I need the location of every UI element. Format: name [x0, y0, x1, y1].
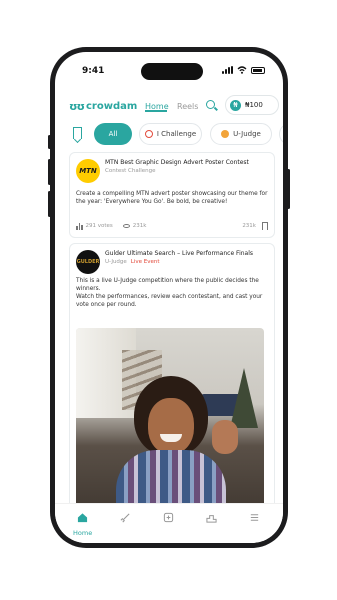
filter-bar: All I Challenge U-Judge: [69, 123, 283, 145]
logo-text: crowdam: [86, 100, 138, 112]
phone-frame: 9:41 ʊʊ crowdam Home Reels ₦ ₦100 All I …: [48, 47, 290, 548]
live-event-badge: Live Event: [130, 259, 160, 265]
filter-chip-more[interactable]: [279, 123, 283, 145]
card-category: U-Judge Live Event: [105, 259, 253, 265]
wallet-balance-button[interactable]: ₦ ₦100: [225, 95, 279, 115]
filter-chip-all[interactable]: All: [94, 123, 132, 145]
bottom-tab-bar: Home: [55, 503, 283, 543]
filter-chip-label: I Challenge: [156, 130, 197, 138]
card-description: Create a compelling MTN advert poster sh…: [76, 191, 268, 205]
tab-reels[interactable]: Reels: [177, 102, 198, 111]
dynamic-island: [141, 63, 203, 80]
app-screen: 9:41 ʊʊ crowdam Home Reels ₦ ₦100 All I …: [55, 52, 283, 543]
rocket-icon[interactable]: [115, 512, 135, 526]
bar-chart-icon: [76, 222, 83, 230]
battery-icon: [251, 66, 265, 74]
volume-up-button: [48, 159, 51, 185]
performance-video-thumbnail[interactable]: [76, 328, 264, 518]
bookmark-icon[interactable]: [73, 127, 82, 139]
menu-icon[interactable]: [244, 512, 264, 526]
mute-switch: [48, 135, 51, 149]
avatar[interactable]: GULDER: [76, 250, 100, 274]
wallet-amount: ₦100: [245, 101, 263, 109]
wifi-icon: [237, 66, 247, 74]
card-stats: 291 votes 231k 231k: [76, 221, 268, 231]
card-title[interactable]: MTN Best Graphic Design Advert Poster Co…: [105, 159, 249, 167]
tab-label-home[interactable]: Home: [73, 529, 92, 537]
filter-chip-u-judge[interactable]: U-Judge: [210, 123, 272, 145]
status-time: 9:41: [82, 66, 105, 76]
app-header: ʊʊ crowdam Home Reels ₦ ₦100: [69, 95, 279, 116]
plus-square-icon[interactable]: [158, 512, 178, 526]
search-icon[interactable]: [206, 100, 215, 109]
avatar[interactable]: MTN: [76, 159, 100, 183]
power-button: [287, 169, 290, 209]
feed-card[interactable]: GULDER Gulder Ultimate Search – Live Per…: [69, 243, 275, 523]
naira-coin-icon: ₦: [230, 99, 241, 111]
feed-card[interactable]: MTN MTN Best Graphic Design Advert Poste…: [69, 152, 275, 238]
signal-icon: [222, 66, 233, 74]
volume-down-button: [48, 191, 51, 217]
card-header: MTN MTN Best Graphic Design Advert Poste…: [76, 159, 249, 183]
save-bookmark-icon[interactable]: [262, 222, 268, 230]
tab-home-underline: [145, 110, 167, 112]
u-judge-icon: [221, 130, 230, 138]
card-header: GULDER Gulder Ultimate Search – Live Per…: [76, 250, 253, 274]
logo-mark-icon: ʊʊ: [69, 99, 85, 113]
filter-chip-i-challenge[interactable]: I Challenge: [139, 123, 202, 145]
podium-icon[interactable]: [201, 512, 221, 526]
card-title[interactable]: Gulder Ultimate Search – Live Performanc…: [105, 250, 253, 258]
filter-chip-label: All: [108, 130, 118, 138]
card-description: This is a live U-Judge competition where…: [76, 277, 268, 309]
engagement-count: 231k: [242, 223, 256, 229]
description-line: This is a live U-Judge competition where…: [76, 278, 259, 292]
filter-chip-label: U-Judge: [233, 130, 261, 138]
view-count: 231k: [132, 223, 147, 229]
status-icons: [222, 66, 265, 74]
description-line: Watch the performances, review each cont…: [76, 294, 263, 308]
crowdam-logo[interactable]: ʊʊ crowdam: [69, 100, 137, 113]
vote-count: 291 votes: [85, 223, 113, 229]
home-icon[interactable]: [72, 512, 92, 526]
i-challenge-icon: [144, 130, 153, 138]
eye-icon: [122, 224, 130, 228]
category-label: U-Judge: [105, 259, 127, 265]
card-category: Contest Challenge: [105, 168, 156, 174]
